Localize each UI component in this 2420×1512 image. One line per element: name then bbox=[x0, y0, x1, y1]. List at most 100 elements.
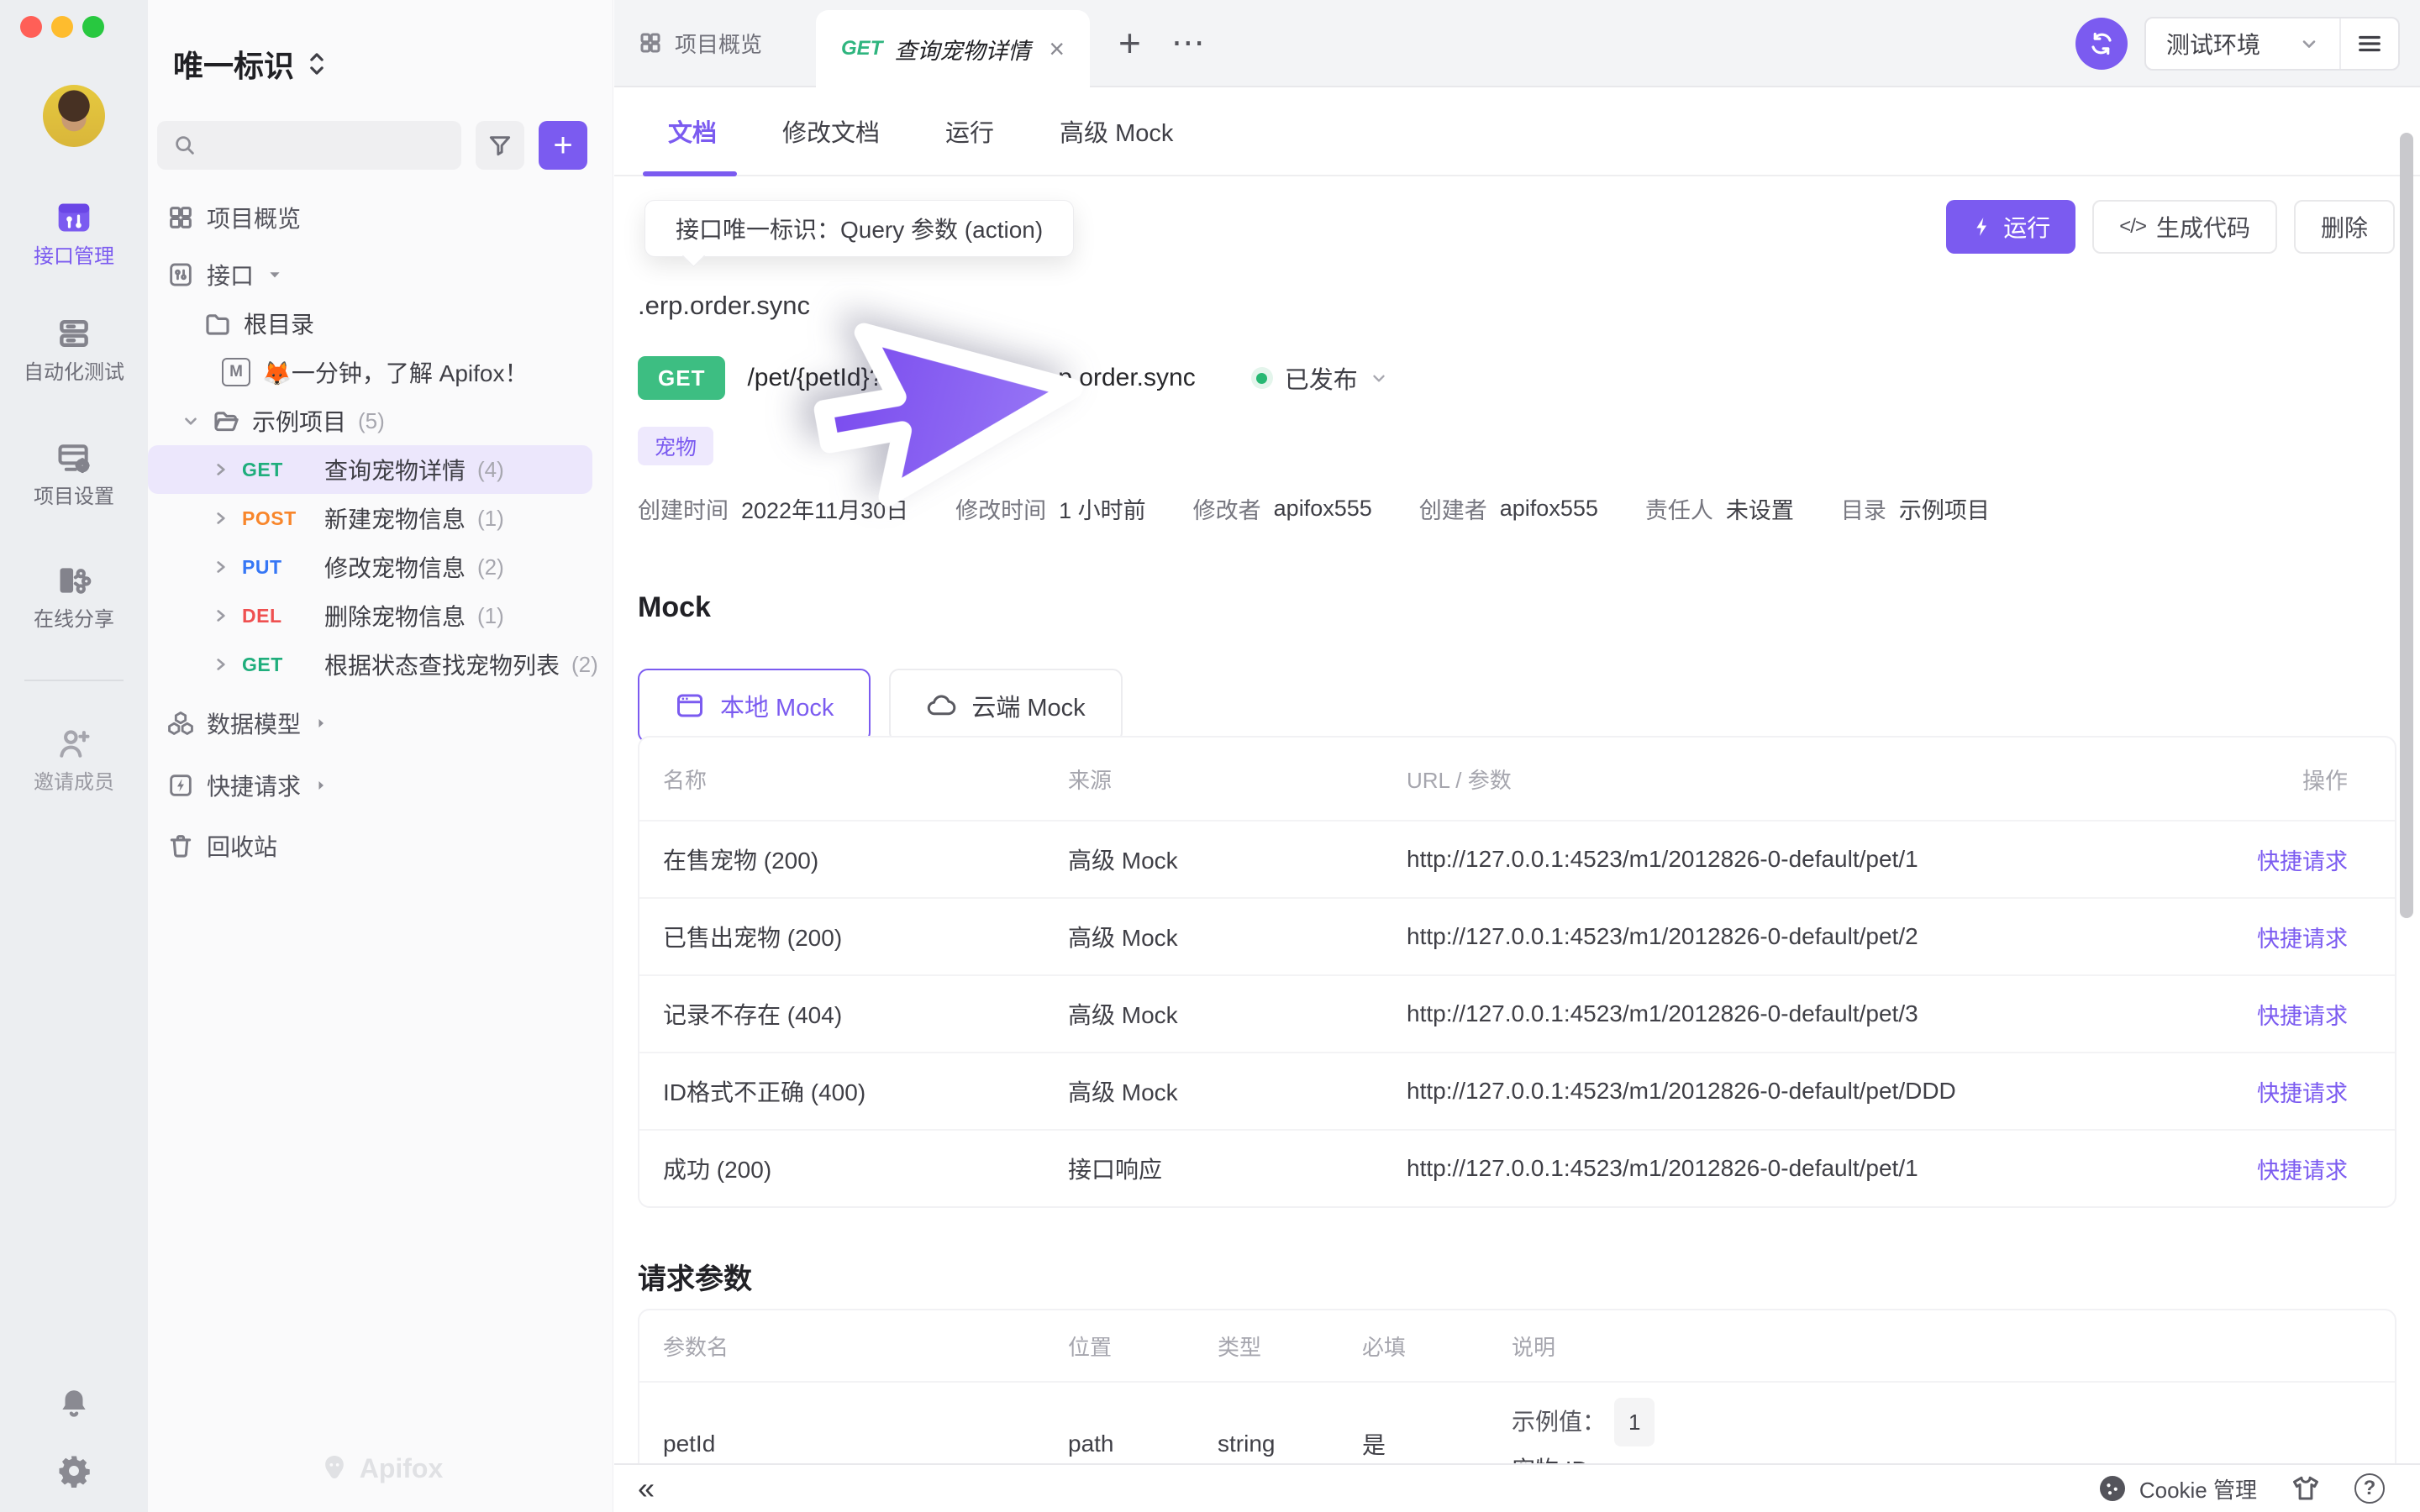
user-avatar[interactable] bbox=[43, 85, 105, 147]
tab-label: 文档 bbox=[668, 113, 717, 149]
button-label: 生成代码 bbox=[2156, 210, 2250, 244]
sync-button[interactable] bbox=[2075, 18, 2128, 70]
rail-item-label: 在线分享 bbox=[34, 609, 114, 631]
param-type: string bbox=[1218, 1431, 1362, 1457]
collapse-sidebar-button[interactable]: « bbox=[638, 1473, 655, 1504]
sidebar-section-apis[interactable]: 接口 bbox=[148, 250, 592, 299]
item-label: 查询宠物详情 bbox=[324, 453, 466, 486]
lightning-icon bbox=[1971, 216, 1993, 238]
sidebar-section-data-models[interactable]: 数据模型 bbox=[148, 699, 592, 748]
more-tabs-button[interactable]: ⋯ bbox=[1171, 26, 1207, 60]
sidebar-section-recycle-bin[interactable]: 回收站 bbox=[148, 822, 592, 870]
http-method: GET bbox=[242, 654, 313, 676]
example-label: 示例值： bbox=[1512, 1409, 1606, 1435]
tab-label: 项目概览 bbox=[675, 28, 762, 59]
delete-button[interactable]: 删除 bbox=[2294, 200, 2395, 254]
cloud-mock-button[interactable]: 云端 Mock bbox=[889, 669, 1122, 743]
api-management-icon bbox=[55, 199, 93, 236]
refresh-icon bbox=[2088, 30, 2115, 57]
item-count: (1) bbox=[477, 506, 504, 532]
rail-item-project-settings[interactable]: 项目设置 bbox=[34, 439, 114, 508]
close-window-button[interactable] bbox=[20, 16, 42, 38]
rail-item-label: 自动化测试 bbox=[24, 362, 124, 384]
tab-get-pet-detail[interactable]: GET 查询宠物详情 × bbox=[816, 10, 1090, 87]
search-input[interactable] bbox=[208, 132, 446, 160]
environment-selector[interactable]: 测试环境 bbox=[2146, 18, 2339, 69]
quick-request-link[interactable]: 快捷请求 bbox=[2154, 998, 2348, 1031]
table-row: petId path string 是 示例值：1 宠物 ID bbox=[639, 1381, 2395, 1463]
mock-url: http://127.0.0.1:4523/m1/2012826-0-defau… bbox=[1407, 1155, 2154, 1182]
quick-request-link[interactable]: 快捷请求 bbox=[2154, 843, 2348, 876]
meta-creator: 创建者apifox555 bbox=[1419, 492, 1598, 525]
sidebar-item-project-overview[interactable]: 项目概览 bbox=[148, 193, 592, 242]
item-label: 根目录 bbox=[244, 307, 314, 340]
new-tab-button[interactable]: + bbox=[1118, 24, 1141, 62]
folder-icon bbox=[203, 309, 232, 338]
tag-pill[interactable]: 宠物 bbox=[638, 427, 713, 465]
request-params-heading: 请求参数 bbox=[638, 1256, 752, 1297]
document-tabbar: 项目概览 GET 查询宠物详情 × + ⋯ 测试环境 bbox=[614, 0, 2420, 87]
environment-menu-button[interactable] bbox=[2339, 18, 2398, 69]
minimize-window-button[interactable] bbox=[51, 16, 73, 38]
cookie-icon bbox=[2097, 1473, 2128, 1504]
trash-icon bbox=[166, 832, 195, 860]
tree-api-get-pet-detail[interactable]: GET 查询宠物详情 (4) bbox=[148, 445, 592, 494]
rail-item-invite-members[interactable]: 邀请成员 bbox=[34, 725, 114, 794]
tag-label: 宠物 bbox=[655, 431, 697, 461]
publish-status-dropdown[interactable]: 已发布 bbox=[1251, 360, 1388, 396]
tab-docs[interactable]: 文档 bbox=[668, 87, 717, 175]
section-caret-down-icon bbox=[267, 267, 282, 282]
help-button[interactable]: ? bbox=[2354, 1473, 2385, 1504]
tree-api-del-delete-pet[interactable]: DEL 删除宠物信息 (1) bbox=[148, 591, 592, 640]
left-rail: 接口管理 自动化测试 项目设置 在线分享 邀请成员 bbox=[0, 0, 149, 1512]
add-new-button[interactable]: + bbox=[539, 121, 587, 170]
zoom-window-button[interactable] bbox=[82, 16, 104, 38]
tree-api-get-find-by-status[interactable]: GET 根据状态查找宠物列表 (2) bbox=[148, 640, 592, 689]
quick-request-link[interactable]: 快捷请求 bbox=[2154, 921, 2348, 953]
cookie-manager-button[interactable]: Cookie 管理 bbox=[2097, 1473, 2257, 1504]
params-table-header: 参数名位置 类型必填 说明 bbox=[639, 1310, 2395, 1381]
param-required: 是 bbox=[1362, 1427, 1512, 1461]
tree-folder-sample-project[interactable]: 示例项目 (5) bbox=[148, 396, 592, 445]
endpoint-title: .erp.order.sync bbox=[638, 291, 810, 321]
cookie-label: Cookie 管理 bbox=[2139, 1473, 2257, 1504]
project-switcher[interactable]: 唯一标识 bbox=[173, 42, 613, 86]
rail-item-online-share[interactable]: 在线分享 bbox=[34, 562, 114, 631]
tab-advanced-mock[interactable]: 高级 Mock bbox=[1060, 87, 1173, 175]
close-tab-icon[interactable]: × bbox=[1049, 34, 1065, 65]
environment-group: 测试环境 bbox=[2144, 17, 2400, 71]
item-label: 快捷请求 bbox=[207, 769, 301, 802]
mock-name: 在售宠物 (200) bbox=[663, 843, 1068, 876]
mock-source: 高级 Mock bbox=[1068, 1074, 1407, 1108]
sidebar-section-quick-request[interactable]: 快捷请求 bbox=[148, 761, 592, 810]
grid-icon bbox=[166, 203, 195, 232]
tree-doc-intro[interactable]: M 🦊一分钟，了解 Apifox！ bbox=[148, 348, 592, 396]
markdown-m: M bbox=[229, 363, 243, 381]
sidebar-search[interactable] bbox=[157, 121, 461, 170]
quick-request-link[interactable]: 快捷请求 bbox=[2154, 1075, 2348, 1108]
item-count: (1) bbox=[477, 603, 504, 629]
tab-edit-docs[interactable]: 修改文档 bbox=[782, 87, 880, 175]
rail-item-automated-testing[interactable]: 自动化测试 bbox=[24, 315, 124, 384]
local-mock-button[interactable]: 本地 Mock bbox=[638, 669, 871, 743]
app-settings-gear-icon[interactable] bbox=[56, 1453, 92, 1488]
theme-tshirt-button[interactable] bbox=[2291, 1473, 2321, 1504]
mouse-cursor-graphic bbox=[774, 258, 1107, 573]
button-label: 删除 bbox=[2321, 210, 2368, 244]
tab-project-overview[interactable]: 项目概览 bbox=[638, 28, 762, 59]
chevron-down-icon bbox=[1370, 369, 1388, 387]
vertical-scrollbar-thumb[interactable] bbox=[2400, 133, 2413, 918]
run-button[interactable]: 运行 bbox=[1946, 200, 2075, 254]
chevron-right-icon bbox=[212, 606, 230, 625]
filter-button[interactable] bbox=[476, 121, 524, 170]
tree-api-post-create-pet[interactable]: POST 新建宠物信息 (1) bbox=[148, 494, 592, 543]
button-label: 运行 bbox=[2003, 210, 2050, 244]
tree-api-put-update-pet[interactable]: PUT 修改宠物信息 (2) bbox=[148, 543, 592, 591]
generate-code-button[interactable]: </> 生成代码 bbox=[2092, 200, 2277, 254]
notifications-bell-icon[interactable] bbox=[56, 1386, 92, 1421]
request-params-table: 参数名位置 类型必填 说明 petId path string 是 示例值：1 … bbox=[638, 1309, 2396, 1463]
tab-run[interactable]: 运行 bbox=[945, 87, 994, 175]
quick-request-link[interactable]: 快捷请求 bbox=[2154, 1152, 2348, 1185]
tree-folder-root[interactable]: 根目录 bbox=[148, 299, 592, 348]
rail-item-api-management[interactable]: 接口管理 bbox=[34, 199, 114, 268]
